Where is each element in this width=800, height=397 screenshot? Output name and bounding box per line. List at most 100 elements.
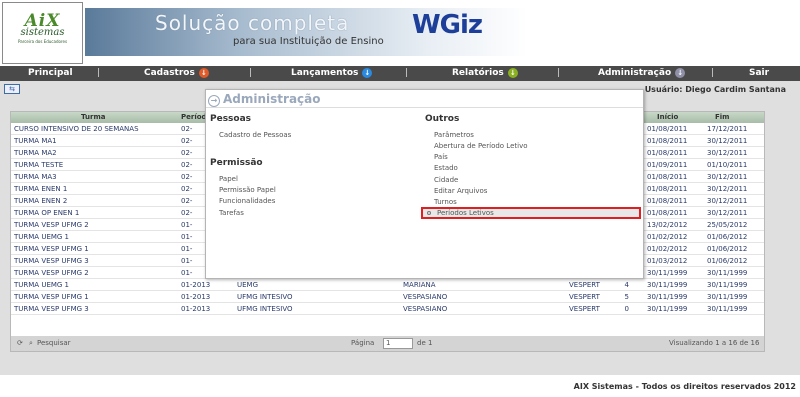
- banner-subline: para sua Instituição de Ensino: [233, 36, 384, 47]
- menu-abertura-periodo[interactable]: Abertura de Período Letivo: [434, 142, 528, 150]
- cell-vagas: 4: [624, 281, 629, 289]
- cell-fim: 01/06/2012: [707, 257, 748, 265]
- cell-fim: 30/11/1999: [707, 305, 748, 313]
- cell-fim: 01/10/2011: [707, 161, 748, 169]
- cell-turma: TURMA VESP UFMG 2: [14, 269, 89, 277]
- header: AiX sistemas Parceira dos Educadores Sol…: [0, 0, 800, 66]
- cell-turno: VESPERT: [569, 293, 600, 301]
- nav-principal[interactable]: Principal: [28, 68, 73, 78]
- nav-separator: |: [97, 68, 101, 78]
- cell-inicio: 01/02/2012: [647, 233, 688, 241]
- nav-label: Administração: [598, 68, 672, 78]
- arrow-down-icon: ↓: [198, 68, 209, 78]
- page-footer: AIX Sistemas - Todos os direitos reserva…: [0, 375, 800, 397]
- cell-fim: 30/12/2011: [707, 137, 748, 145]
- cell-vagas: 5: [624, 293, 629, 301]
- cell-turma: TURMA VESP UFMG 1: [14, 293, 89, 301]
- arrow-down-icon: ↓: [507, 68, 518, 78]
- cell-inicio: 01/08/2011: [647, 185, 688, 193]
- cell-turma: TURMA MA1: [14, 137, 57, 145]
- nav-label: Cadastros: [144, 68, 195, 78]
- cell-turma: TURMA ENEN 1: [14, 185, 68, 193]
- company-logo[interactable]: AiX sistemas Parceira dos Educadores: [2, 2, 83, 64]
- col-fim[interactable]: Fim: [715, 113, 729, 121]
- menu-permissao-papel[interactable]: Permissão Papel: [219, 186, 276, 194]
- cell-inicio: 13/02/2012: [647, 221, 688, 229]
- nav-lancamentos[interactable]: Lançamentos ↓: [291, 68, 373, 78]
- cell-cidade: MARIANA: [403, 281, 436, 289]
- cell-inicio: 01/08/2011: [647, 125, 688, 133]
- nav-separator: |: [249, 68, 253, 78]
- brand-logo: WGiz: [412, 10, 483, 40]
- nav-sair[interactable]: Sair: [749, 68, 769, 78]
- menu-title-text: Administração: [223, 92, 321, 106]
- refresh-icon[interactable]: ⟳: [17, 339, 23, 347]
- main-nav: Principal | Cadastros ↓ | Lançamentos ↓ | …: [0, 66, 800, 81]
- nav-separator: |: [405, 68, 409, 78]
- cell-fim: 30/12/2011: [707, 173, 748, 181]
- cell-turma: TURMA VESP UFMG 1: [14, 245, 89, 253]
- menu-estado[interactable]: Estado: [434, 164, 458, 172]
- menu-divider: [206, 107, 643, 108]
- cell-turma: TURMA VESP UFMG 3: [14, 257, 89, 265]
- col-inicio[interactable]: Início: [657, 113, 678, 121]
- cell-curso: UFMG INTESIVO: [237, 293, 293, 301]
- table-row[interactable]: TURMA VESP UFMG 3 01-2013 UFMG INTESIVO VES…: [11, 303, 764, 315]
- menu-papel[interactable]: Papel: [219, 175, 238, 183]
- search-link[interactable]: Pesquisar: [37, 339, 71, 347]
- menu-turnos[interactable]: Turnos: [434, 198, 457, 206]
- cell-cidade: VESPASIANO: [403, 305, 448, 313]
- menu-pais[interactable]: País: [434, 153, 448, 161]
- cell-fim: 30/12/2011: [707, 185, 748, 193]
- cell-inicio: 30/11/1999: [647, 305, 688, 313]
- menu-tarefas[interactable]: Tarefas: [219, 209, 244, 217]
- cell-inicio: 01/08/2011: [647, 197, 688, 205]
- page-input[interactable]: 1: [383, 338, 413, 349]
- cell-fim: 30/11/1999: [707, 293, 748, 301]
- logo-tagline: Parceira dos Educadores: [17, 39, 68, 44]
- cell-periodo: 01-2013: [181, 305, 211, 313]
- cell-inicio: 01/08/2011: [647, 173, 688, 181]
- menu-parametros[interactable]: Parâmetros: [434, 131, 474, 139]
- cell-turma: TURMA OP ENEN 1: [14, 209, 80, 217]
- col-turma[interactable]: Turma: [81, 113, 105, 121]
- cell-fim: 30/12/2011: [707, 209, 748, 217]
- copyright: AIX Sistemas - Todos os direitos reserva…: [573, 382, 796, 391]
- cell-fim: 17/12/2011: [707, 125, 748, 133]
- section-outros: Outros: [425, 114, 460, 124]
- page-label: Página: [351, 339, 375, 347]
- records-summary: Visualizando 1 a 16 de 16: [669, 339, 760, 347]
- nav-label: Relatórios: [452, 68, 504, 78]
- cell-inicio: 01/08/2011: [647, 209, 688, 217]
- nav-relatorios[interactable]: Relatórios ↓: [452, 68, 518, 78]
- banner: Solução completa para sua Instituição de…: [85, 8, 800, 56]
- nav-administracao[interactable]: Administração ↓: [598, 68, 686, 78]
- cell-periodo: 01-2013: [181, 281, 211, 289]
- cell-turma: CURSO INTENSIVO DE 20 SEMANAS: [14, 125, 139, 133]
- logo-line2: sistemas: [20, 27, 65, 38]
- table-row[interactable]: TURMA UEMG 1 01-2013 UEMG MARIANA VESPERT 4 30…: [11, 279, 764, 291]
- user-label: Usuário: Diego Cardim Santana: [644, 85, 786, 94]
- search-icon[interactable]: ⌕: [29, 339, 33, 348]
- menu-funcionalidades[interactable]: Funcionalidades: [219, 197, 275, 205]
- cell-curso: UEMG: [237, 281, 259, 289]
- menu-periodos-letivos[interactable]: Períodos Letivos: [421, 207, 641, 219]
- menu-cadastro-pessoas[interactable]: Cadastro de Pessoas: [219, 131, 291, 139]
- cell-fim: 01/06/2012: [707, 245, 748, 253]
- menu-periodos-label: Períodos Letivos: [437, 209, 494, 217]
- menu-title: → Administração: [208, 92, 321, 107]
- cell-inicio: 01/08/2011: [647, 149, 688, 157]
- nav-label: Sair: [749, 68, 770, 78]
- cell-turma: TURMA MA3: [14, 173, 57, 181]
- arrow-right-icon: →: [208, 95, 220, 107]
- menu-cidade[interactable]: Cidade: [434, 176, 458, 184]
- admin-dropdown-menu: → Administração Pessoas Cadastro de Pesso…: [205, 89, 644, 279]
- table-row[interactable]: TURMA VESP UFMG 1 01-2013 UFMG INTESIVO VES…: [11, 291, 764, 303]
- cell-inicio: 01/02/2012: [647, 245, 688, 253]
- menu-editar-arquivos[interactable]: Editar Arquivos: [434, 187, 487, 195]
- nav-label: Lançamentos: [291, 68, 359, 78]
- expand-icon[interactable]: ⇆: [4, 84, 20, 94]
- cell-fim: 30/12/2011: [707, 149, 748, 157]
- page-of-label: de 1: [417, 339, 433, 347]
- nav-cadastros[interactable]: Cadastros ↓: [144, 68, 209, 78]
